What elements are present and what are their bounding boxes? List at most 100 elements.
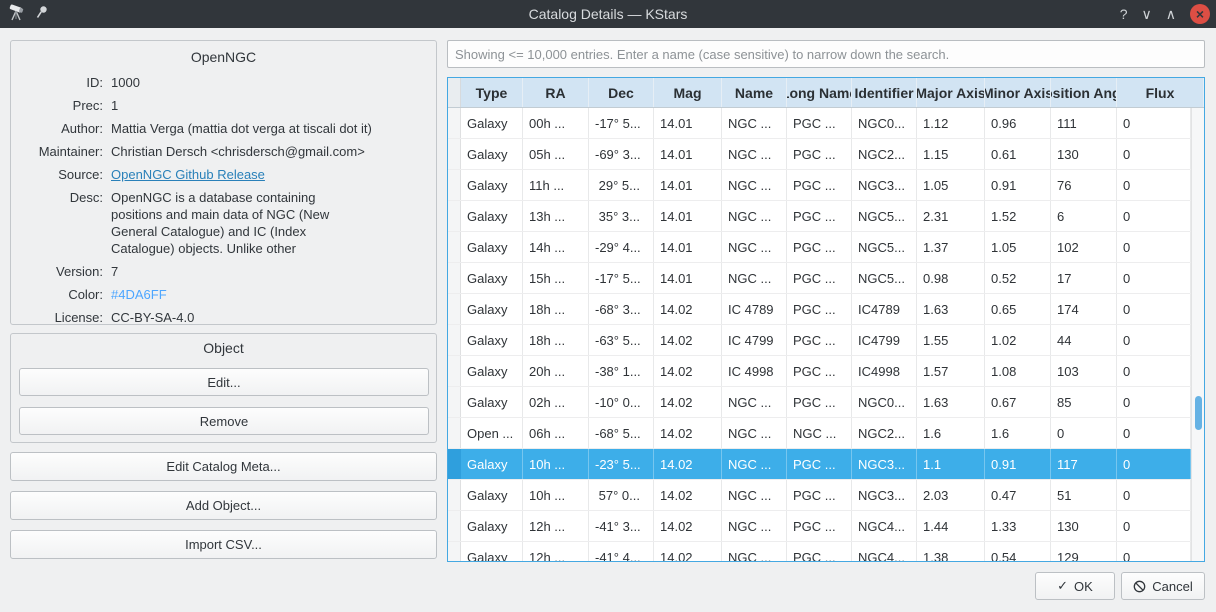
table-cell[interactable]: NGC ... [722,480,787,510]
table-cell[interactable]: 00h ... [523,108,589,138]
table-cell[interactable]: NGC ... [722,108,787,138]
table-cell[interactable]: -63° 5... [589,325,654,355]
column-header[interactable]: Type [461,78,523,107]
table-cell[interactable]: PGC ... [787,356,852,386]
table-cell[interactable]: 14.01 [654,263,722,293]
table-cell[interactable]: 13h ... [523,201,589,231]
table-cell[interactable]: 0.67 [985,387,1051,417]
table-row[interactable]: Galaxy15h ...-17° 5...14.01NGC ...PGC ..… [448,263,1191,294]
table-cell[interactable]: 05h ... [523,139,589,169]
table-row[interactable]: Galaxy12h ...-41° 3...14.02NGC ...PGC ..… [448,511,1191,542]
table-cell[interactable]: PGC ... [787,449,852,479]
table-cell[interactable]: 117 [1051,449,1117,479]
table-cell[interactable]: Galaxy [461,170,523,200]
table-cell[interactable]: 111 [1051,108,1117,138]
table-cell[interactable]: PGC ... [787,170,852,200]
table-cell[interactable]: IC4789 [852,294,917,324]
table-cell[interactable]: NGC ... [722,263,787,293]
table-cell[interactable]: 51 [1051,480,1117,510]
table-cell[interactable]: -38° 1... [589,356,654,386]
table-row[interactable]: Galaxy14h ...-29° 4...14.01NGC ...PGC ..… [448,232,1191,263]
table-cell[interactable]: 12h ... [523,542,589,562]
table-cell[interactable]: 14.01 [654,201,722,231]
table-cell[interactable]: NGC ... [787,418,852,448]
close-icon[interactable]: × [1190,4,1210,24]
table-cell[interactable]: Galaxy [461,263,523,293]
table-cell[interactable]: PGC ... [787,480,852,510]
table-cell[interactable]: 1.02 [985,325,1051,355]
table-cell[interactable]: NGC ... [722,232,787,262]
table-cell[interactable]: 0.61 [985,139,1051,169]
table-cell[interactable]: 0.91 [985,170,1051,200]
table-cell[interactable]: -23° 5... [589,449,654,479]
table-cell[interactable]: NGC ... [722,201,787,231]
row-header[interactable] [448,418,461,448]
table-cell[interactable]: 57° 0... [589,480,654,510]
add-object-button[interactable]: Add Object... [10,491,437,520]
table-cell[interactable]: Galaxy [461,232,523,262]
table-cell[interactable]: -10° 0... [589,387,654,417]
table-cell[interactable]: NGC ... [722,542,787,562]
table-cell[interactable]: PGC ... [787,139,852,169]
table-cell[interactable]: Galaxy [461,108,523,138]
table-cell[interactable]: 0.98 [917,263,985,293]
table-cell[interactable]: 14.02 [654,449,722,479]
table-cell[interactable]: 29° 5... [589,170,654,200]
table-cell[interactable]: NGC3... [852,449,917,479]
table-row[interactable]: Galaxy13h ... 35° 3...14.01NGC ...PGC ..… [448,201,1191,232]
table-cell[interactable]: Galaxy [461,139,523,169]
row-header[interactable] [448,139,461,169]
table-cell[interactable]: 17 [1051,263,1117,293]
table-cell[interactable]: -17° 5... [589,263,654,293]
table-cell[interactable]: 14.02 [654,480,722,510]
scrollbar-thumb[interactable] [1195,396,1202,430]
table-cell[interactable]: 0 [1117,263,1191,293]
table-cell[interactable]: 1.55 [917,325,985,355]
table-cell[interactable]: NGC3... [852,480,917,510]
table-cell[interactable]: PGC ... [787,511,852,541]
table-cell[interactable]: 14.01 [654,170,722,200]
vertical-scrollbar[interactable] [1191,108,1204,561]
column-header[interactable]: Name [722,78,787,107]
table-cell[interactable]: IC 4789 [722,294,787,324]
table-cell[interactable]: 1.05 [917,170,985,200]
table-row[interactable]: Galaxy10h ...-23° 5...14.02NGC ...PGC ..… [448,449,1191,480]
table-cell[interactable]: 0 [1117,387,1191,417]
table-cell[interactable]: 1.08 [985,356,1051,386]
column-header[interactable]: Minor Axis [985,78,1051,107]
table-cell[interactable]: 1.12 [917,108,985,138]
table-cell[interactable]: 102 [1051,232,1117,262]
table-cell[interactable]: 85 [1051,387,1117,417]
row-header[interactable] [448,387,461,417]
table-cell[interactable]: 14.02 [654,542,722,562]
table-cell[interactable]: 0 [1117,418,1191,448]
row-header[interactable] [448,170,461,200]
table-row[interactable]: Galaxy11h ... 29° 5...14.01NGC ...PGC ..… [448,170,1191,201]
table-cell[interactable]: 14h ... [523,232,589,262]
table-cell[interactable]: 0.96 [985,108,1051,138]
table-cell[interactable]: 11h ... [523,170,589,200]
table-cell[interactable]: 1.6 [985,418,1051,448]
table-row[interactable]: Galaxy05h ...-69° 3...14.01NGC ...PGC ..… [448,139,1191,170]
table-cell[interactable]: NGC ... [722,170,787,200]
table-cell[interactable]: 0.65 [985,294,1051,324]
table-cell[interactable]: 0 [1117,294,1191,324]
table-cell[interactable]: 1.37 [917,232,985,262]
table-cell[interactable]: 2.31 [917,201,985,231]
table-cell[interactable]: IC 4998 [722,356,787,386]
table-cell[interactable]: PGC ... [787,263,852,293]
table-cell[interactable]: NGC5... [852,232,917,262]
table-cell[interactable]: 0 [1117,232,1191,262]
table-cell[interactable]: 02h ... [523,387,589,417]
table-cell[interactable]: 1.6 [917,418,985,448]
table-cell[interactable]: 14.02 [654,418,722,448]
table-cell[interactable]: 18h ... [523,325,589,355]
row-header[interactable] [448,263,461,293]
table-cell[interactable]: NGC ... [722,139,787,169]
column-header[interactable]: Major Axis [917,78,985,107]
table-cell[interactable]: 76 [1051,170,1117,200]
table-cell[interactable]: NGC4... [852,542,917,562]
table-cell[interactable]: Galaxy [461,449,523,479]
table-cell[interactable]: 0 [1117,511,1191,541]
table-cell[interactable]: 14.02 [654,511,722,541]
